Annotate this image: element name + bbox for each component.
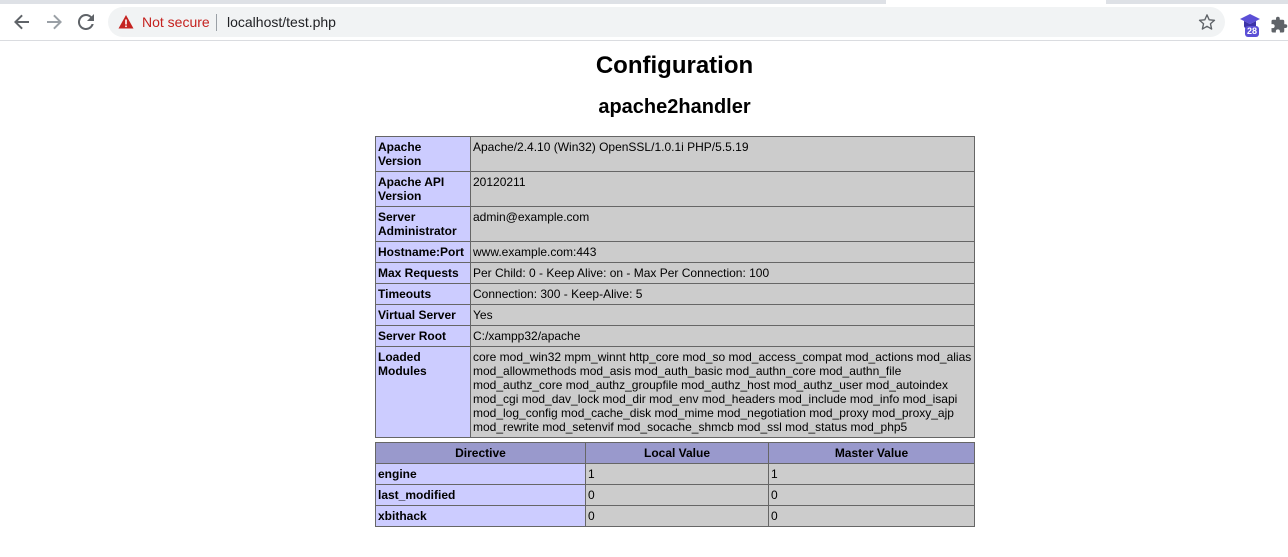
page-title: Configuration [595, 52, 754, 79]
row-value: core mod_win32 mpm_winnt http_core mod_s… [470, 346, 975, 438]
local-value: 1 [585, 463, 769, 485]
apache-config-table: Apache Version Apache/2.4.10 (Win32) Open… [375, 136, 975, 438]
table-row: xbithack 0 0 [375, 505, 975, 527]
row-key: Virtual Server [375, 304, 471, 326]
back-button[interactable] [8, 8, 36, 36]
row-value: Yes [470, 304, 975, 326]
row-key: Loaded Modules [375, 346, 471, 438]
directive-name: last_modified [375, 484, 586, 506]
address-bar[interactable]: Not secure localhost/test.php [108, 7, 1225, 37]
table-row: Apache API Version 20120211 [375, 171, 975, 207]
row-key: Hostname:Port [375, 241, 471, 263]
column-header: Directive [375, 442, 586, 464]
row-value: admin@example.com [470, 206, 975, 242]
url-text[interactable]: localhost/test.php [227, 14, 336, 30]
warning-icon[interactable] [118, 14, 134, 30]
master-value: 1 [768, 463, 975, 485]
table-row: Server Administrator admin@example.com [375, 206, 975, 242]
puzzle-extensions-icon[interactable] [1270, 16, 1288, 34]
row-value: Apache/2.4.10 (Win32) OpenSSL/1.0.1i PHP… [470, 136, 975, 172]
row-value: C:/xampp32/apache [470, 325, 975, 347]
reload-button[interactable] [72, 8, 100, 36]
row-key: Apache Version [375, 136, 471, 172]
divider [216, 14, 217, 31]
not-secure-label[interactable]: Not secure [142, 14, 210, 30]
row-value: www.example.com:443 [470, 241, 975, 263]
table-row: Timeouts Connection: 300 - Keep-Alive: 5 [375, 283, 975, 305]
table-header-row: Directive Local Value Master Value [375, 442, 975, 464]
local-value: 0 [585, 505, 769, 527]
row-value: 20120211 [470, 171, 975, 207]
row-key: Timeouts [375, 283, 471, 305]
bookmark-star-icon[interactable] [1198, 13, 1216, 31]
master-value: 0 [768, 505, 975, 527]
local-value: 0 [585, 484, 769, 506]
row-key: Server Administrator [375, 206, 471, 242]
section-title: apache2handler [598, 96, 751, 118]
directive-name: xbithack [375, 505, 586, 527]
row-value: Connection: 300 - Keep-Alive: 5 [470, 283, 975, 305]
table-row: Apache Version Apache/2.4.10 (Win32) Open… [375, 136, 975, 172]
table-row: Hostname:Port www.example.com:443 [375, 241, 975, 263]
row-value: Per Child: 0 - Keep Alive: on - Max Per … [470, 262, 975, 284]
row-key: Server Root [375, 325, 471, 347]
directive-table: Directive Local Value Master Value engin… [375, 442, 975, 527]
column-header: Master Value [768, 442, 975, 464]
table-row: last_modified 0 0 [375, 484, 975, 506]
reload-icon [78, 14, 94, 30]
row-key: Apache API Version [375, 171, 471, 207]
directive-name: engine [375, 463, 586, 485]
row-key: Max Requests [375, 262, 471, 284]
back-arrow-icon [14, 14, 29, 30]
table-row: Server Root C:/xampp32/apache [375, 325, 975, 347]
column-header: Local Value [585, 442, 769, 464]
table-row: Loaded Modules core mod_win32 mpm_winnt h… [375, 346, 975, 438]
master-value: 0 [768, 484, 975, 506]
table-row: Virtual Server Yes [375, 304, 975, 326]
table-row: Max Requests Per Child: 0 - Keep Alive: o… [375, 262, 975, 284]
extension-badge: 28 [1245, 26, 1260, 37]
forward-button[interactable] [40, 8, 68, 36]
forward-arrow-icon [47, 14, 62, 30]
browser-toolbar: Not secure localhost/test.php 28 [0, 4, 1288, 41]
table-row: engine 1 1 [375, 463, 975, 485]
